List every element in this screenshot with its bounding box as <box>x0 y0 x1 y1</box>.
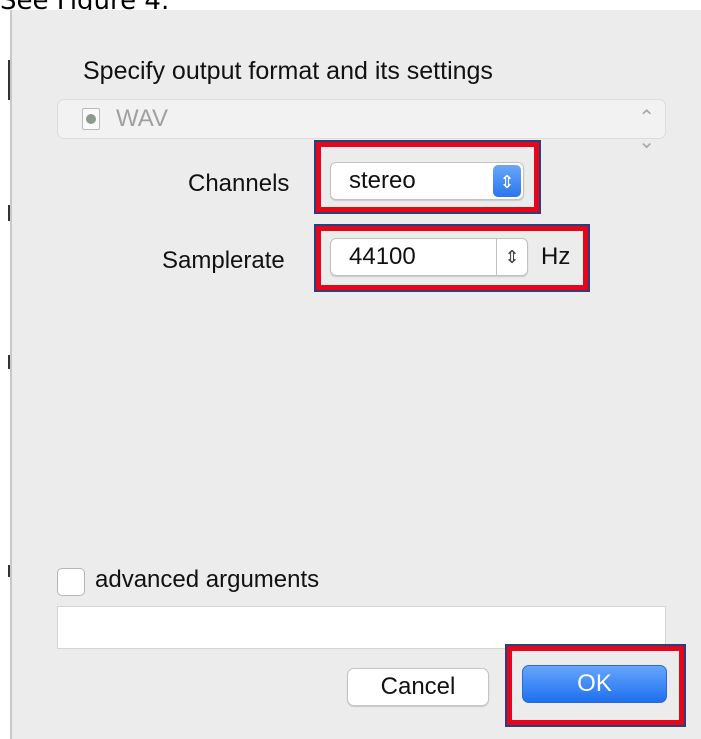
channels-label: Channels <box>188 170 290 197</box>
samplerate-label: Samplerate <box>162 247 285 274</box>
ok-button[interactable]: OK <box>522 665 667 703</box>
samplerate-unit: Hz <box>541 243 571 270</box>
audio-file-icon <box>82 108 100 130</box>
dialog-title: Specify output format and its settings <box>83 57 493 85</box>
format-select-value: WAV <box>116 105 168 132</box>
samplerate-input[interactable]: 44100 ⇕ <box>330 238 528 276</box>
format-select[interactable]: WAV ⌃ ⌄ <box>57 99 666 153</box>
samplerate-value: 44100 <box>349 243 416 270</box>
cancel-button[interactable]: Cancel <box>347 668 489 706</box>
advanced-arguments-checkbox[interactable] <box>57 568 85 596</box>
chevron-updown-icon[interactable]: ⇕ <box>493 165 521 197</box>
advanced-arguments-label: advanced arguments <box>95 566 320 593</box>
stepper-icon[interactable]: ⇕ <box>496 239 527 275</box>
channels-select[interactable]: stereo ⇕ <box>330 162 524 200</box>
chevron-updown-icon: ⌃ ⌄ <box>638 107 655 153</box>
channels-select-value: stereo <box>349 167 416 194</box>
advanced-arguments-field[interactable] <box>57 606 666 649</box>
